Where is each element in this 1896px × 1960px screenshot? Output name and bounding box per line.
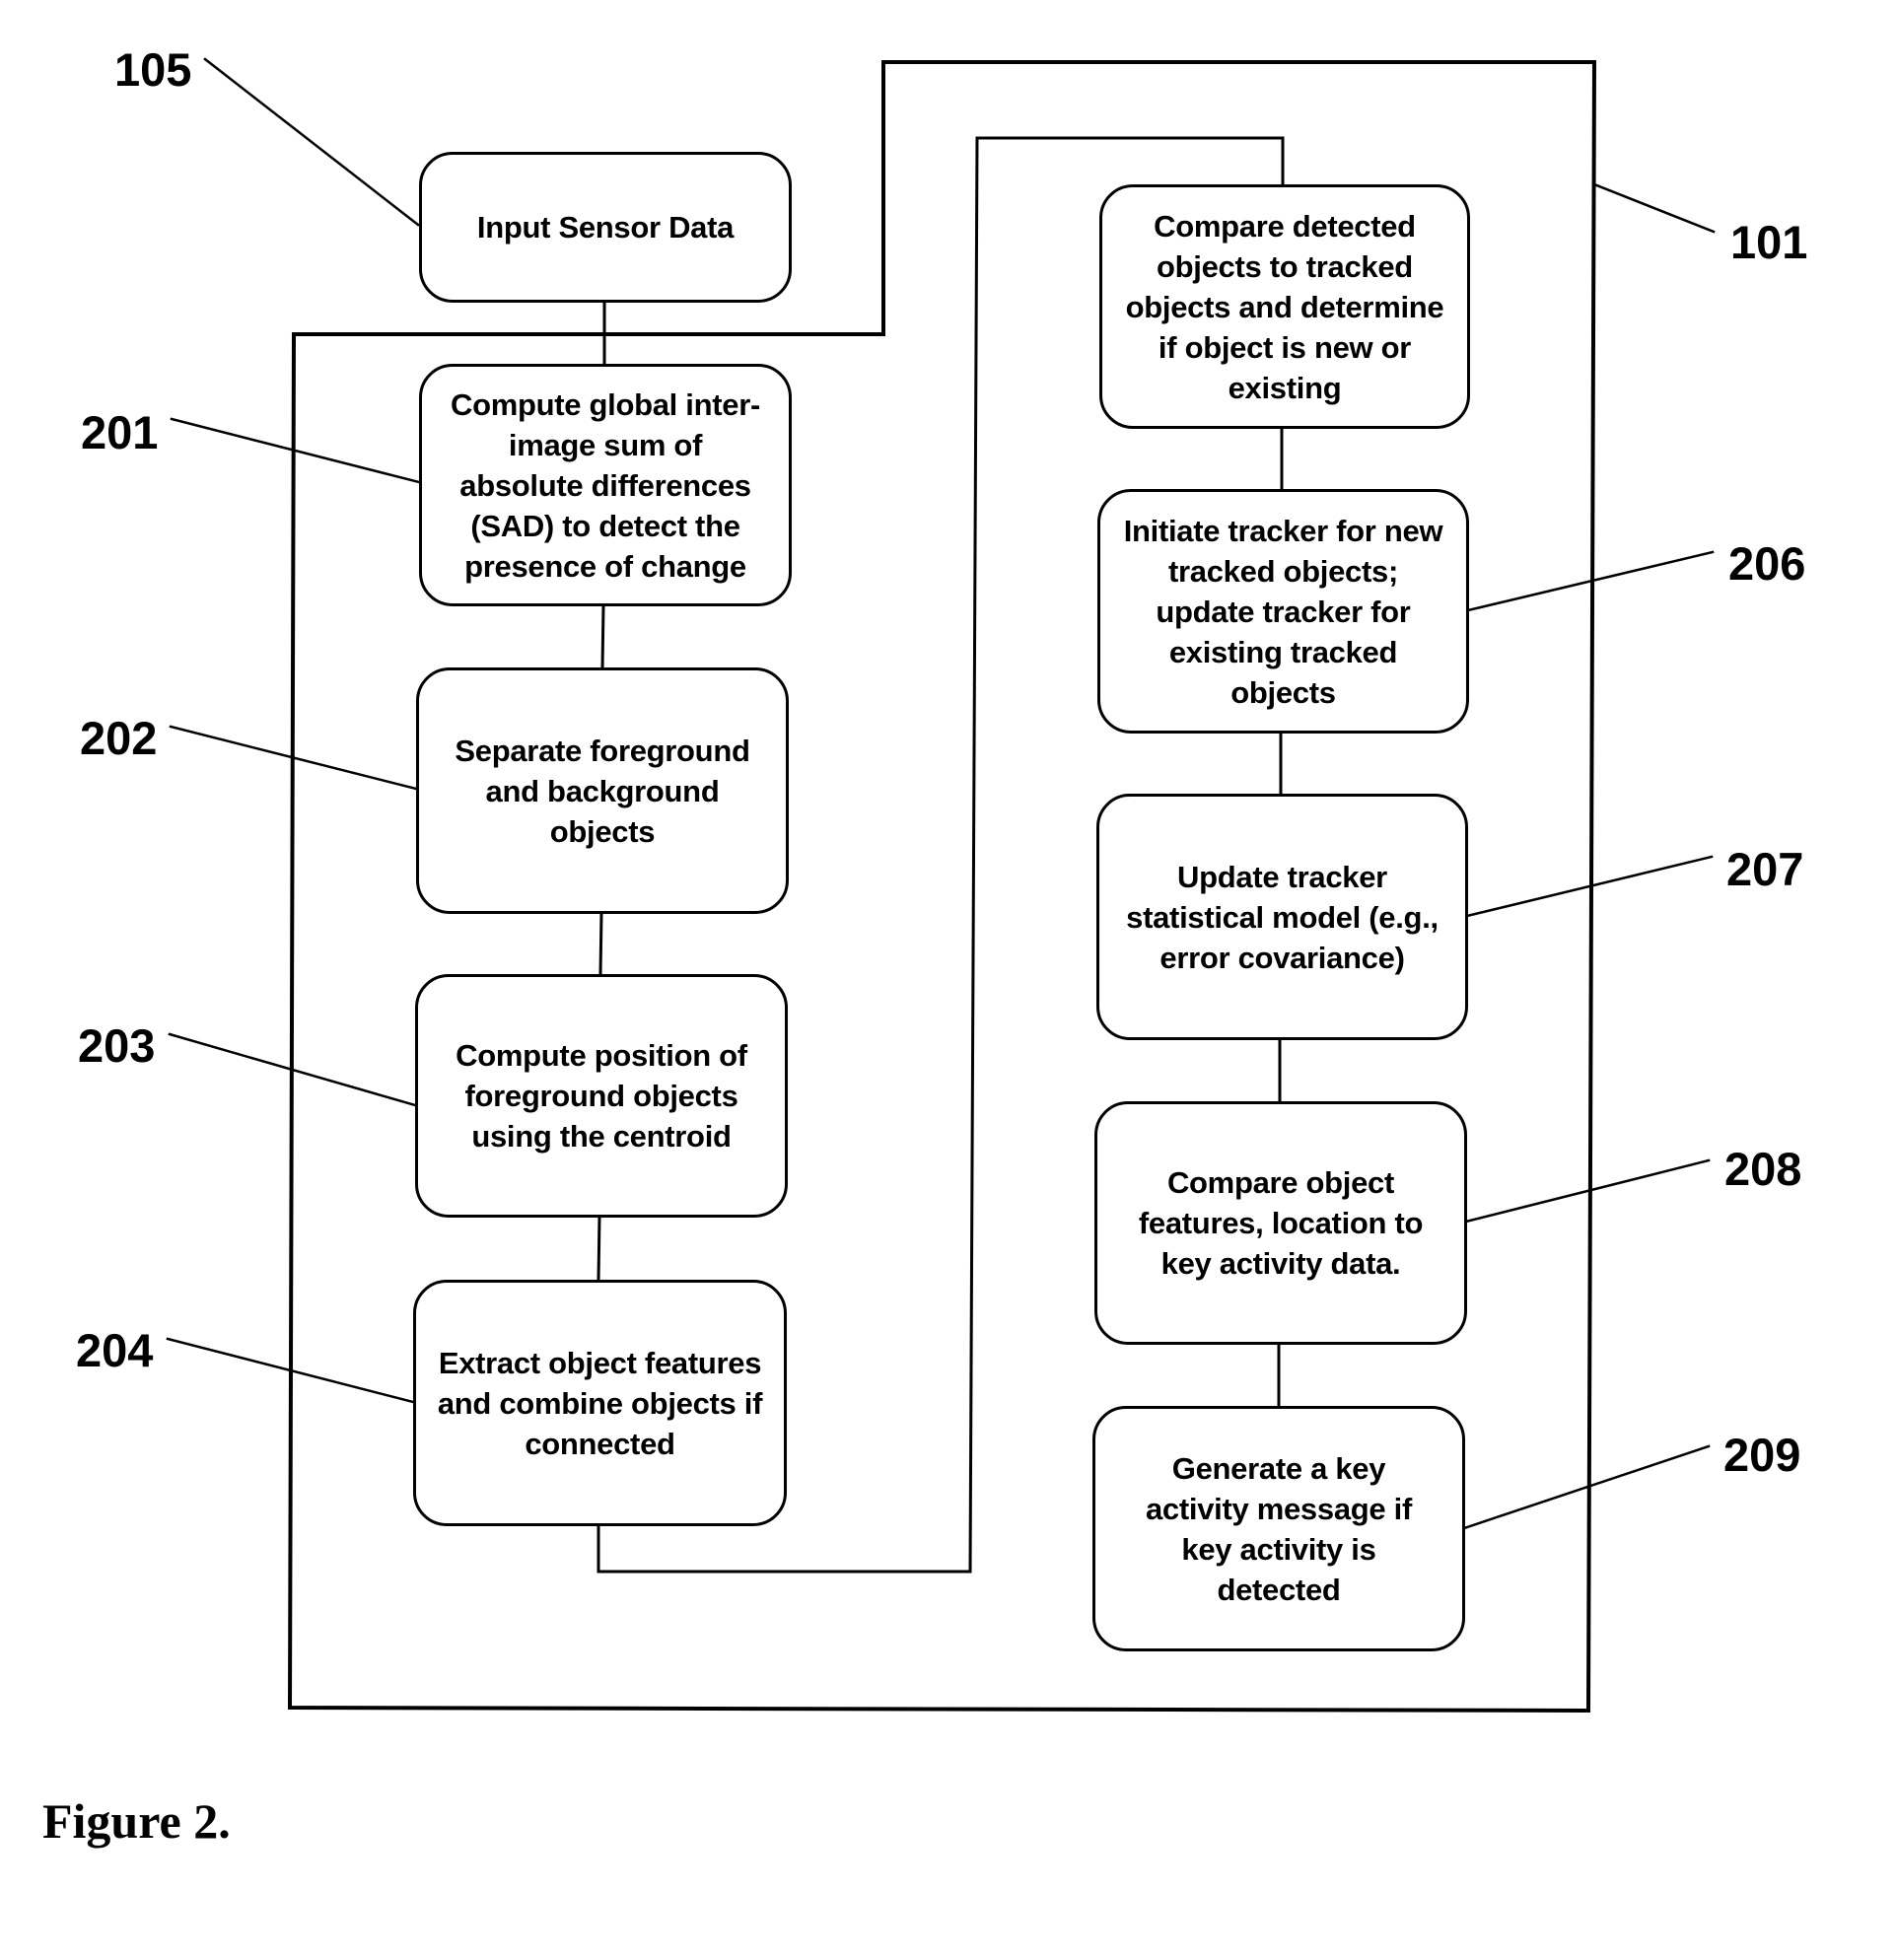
node-205-label: Compare detected objects to tracked obje…	[1125, 208, 1444, 405]
ref-label-207: 207	[1726, 843, 1804, 895]
ref-label-208: 208	[1724, 1143, 1802, 1195]
leader-209	[1462, 1444, 1711, 1530]
ref-label-204: 204	[76, 1324, 154, 1376]
ref-label-101: 101	[1730, 216, 1808, 268]
node-205-compare-detected: Compare detected objects to tracked obje…	[1099, 184, 1470, 429]
node-input-label: Input Sensor Data	[476, 210, 735, 245]
ref-label-206: 206	[1728, 537, 1806, 590]
figure-caption: Figure 2.	[42, 1793, 231, 1849]
node-input-sensor-data: Input Sensor Data	[419, 152, 792, 303]
node-203-label: Compute position of foreground objects u…	[456, 1038, 747, 1154]
node-207-update-model: Update tracker statistical model (e.g., …	[1096, 794, 1468, 1040]
connector-layer	[166, 57, 1716, 1714]
node-202-label: Separate foreground and background objec…	[455, 733, 750, 849]
node-208-label: Compare object features, location to key…	[1138, 1165, 1424, 1281]
ref-label-105: 105	[114, 43, 192, 96]
leader-208	[1464, 1158, 1711, 1224]
connector-203-204	[597, 1215, 601, 1282]
node-201-label: Compute global inter- image sum of absol…	[450, 386, 761, 584]
ref-label-209: 209	[1723, 1429, 1801, 1481]
connector-202-203	[598, 911, 603, 976]
node-203-compute-position: Compute position of foreground objects u…	[415, 974, 788, 1218]
flowchart-canvas: Input Sensor Data Compute global inter- …	[0, 0, 1896, 1960]
ref-label-202: 202	[80, 712, 158, 764]
leader-105	[203, 57, 420, 227]
node-209-label: Generate a key activity message if key a…	[1145, 1450, 1412, 1607]
node-204-label: Extract object features and combine obje…	[437, 1345, 763, 1461]
node-206-initiate-tracker: Initiate tracker for new tracked objects…	[1097, 489, 1469, 734]
connector-201-202	[600, 603, 605, 669]
leader-101	[1592, 182, 1716, 234]
leader-206	[1466, 550, 1715, 612]
node-201-compute-sad: Compute global inter- image sum of absol…	[419, 364, 792, 606]
node-202-separate-foreground: Separate foreground and background objec…	[416, 667, 789, 914]
node-206-label: Initiate tracker for new tracked objects…	[1123, 513, 1443, 710]
ref-label-203: 203	[78, 1019, 156, 1072]
ref-label-201: 201	[81, 406, 159, 458]
node-204-extract-features: Extract object features and combine obje…	[413, 1280, 787, 1526]
node-207-label: Update tracker statistical model (e.g., …	[1126, 859, 1439, 975]
node-208-compare-features: Compare object features, location to key…	[1094, 1101, 1467, 1345]
node-209-generate-message: Generate a key activity message if key a…	[1092, 1406, 1465, 1651]
